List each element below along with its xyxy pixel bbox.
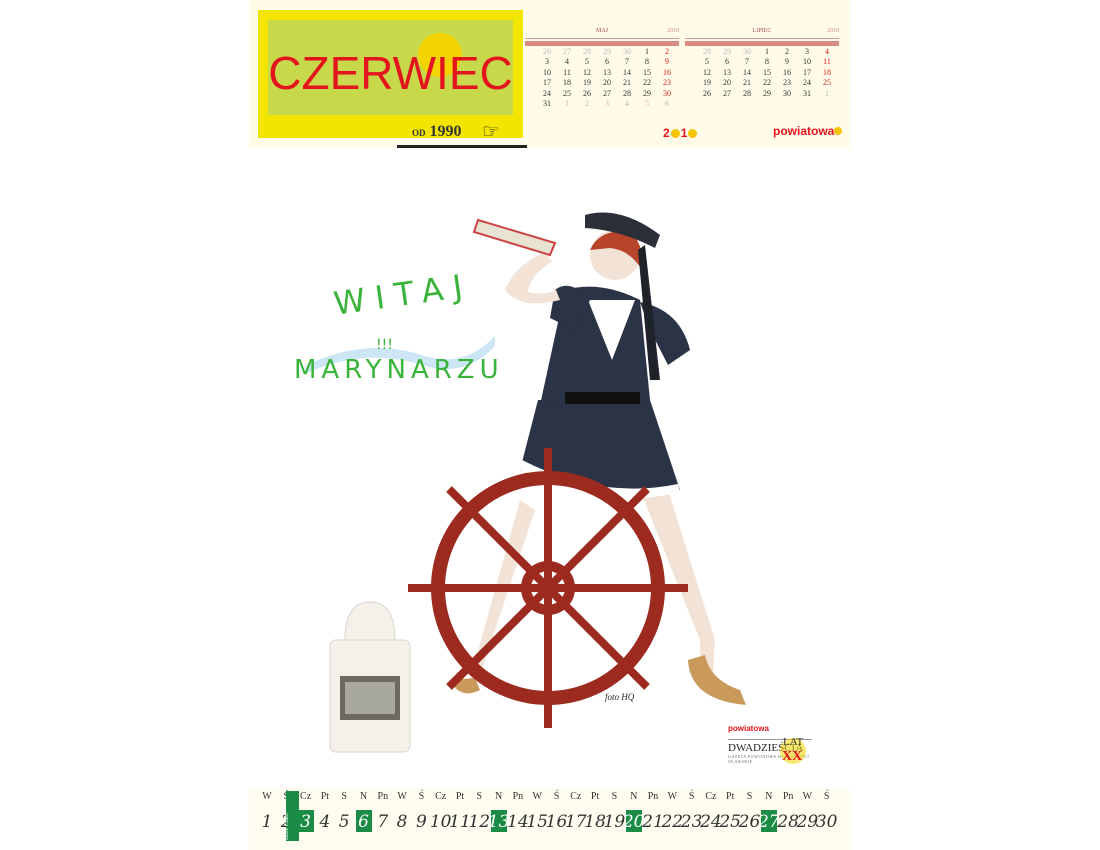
anniversary-roman: XX [782,749,803,764]
photo-credit: foto HQ [605,692,635,702]
lantern [329,601,411,753]
sailor-figure [450,212,746,705]
ship-wheel [408,448,688,728]
anniversary-lat: LAT [783,736,804,748]
day-number: 30 [815,812,838,832]
anniversary-logo: powiatowa DWADZIEŚCIA GAZETA POWIATOWA W… [728,724,812,764]
photo-illustration [329,212,746,753]
anniversary-brand: powiatowa [728,724,769,733]
weekday-label: Ś [823,791,830,802]
holiday-label: Boże Ciało [284,813,290,840]
